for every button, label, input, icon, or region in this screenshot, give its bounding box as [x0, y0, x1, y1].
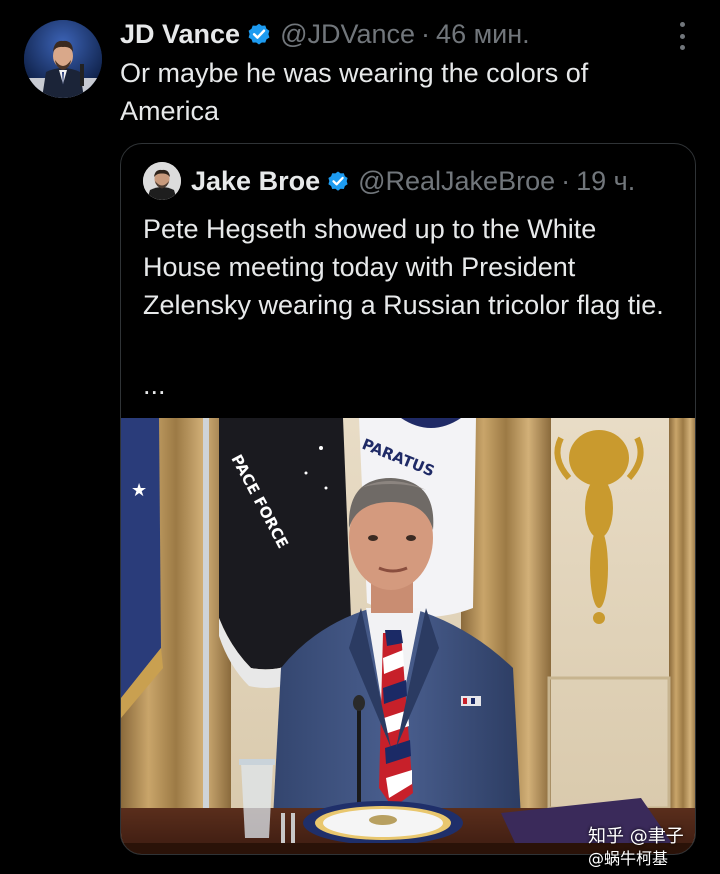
quoted-author-avatar-image — [143, 162, 181, 200]
watermark: 知乎 @聿子 @蜗牛柯基 — [588, 826, 716, 870]
author-avatar-image — [24, 20, 102, 98]
quoted-header-separator: · — [561, 165, 571, 196]
tweet-text: Or maybe he was wearing the colors of Am… — [120, 58, 595, 126]
header-separator: · — [421, 18, 431, 49]
tweet-header: JD Vance @JDVance · 46 мин. — [120, 14, 530, 54]
tweet-time[interactable]: 46 мин. — [436, 19, 530, 50]
author-handle[interactable]: @JDVance — [280, 19, 415, 50]
verified-badge-icon — [246, 21, 272, 47]
watermark-line2: @蜗牛柯基 — [588, 849, 669, 868]
author-name[interactable]: JD Vance — [120, 19, 240, 50]
quoted-author-name[interactable]: Jake Broe — [191, 166, 320, 197]
quoted-tweet-truncation: ... — [143, 370, 166, 400]
svg-text:★: ★ — [131, 480, 147, 501]
quoted-author-avatar[interactable] — [143, 162, 181, 200]
more-dots-icon[interactable] — [672, 22, 692, 50]
tweet: JD Vance @JDVance · 46 мин. Or maybe he … — [0, 0, 720, 874]
quoted-tweet-text: Pete Hegseth showed up to the White Hous… — [143, 214, 664, 320]
quoted-author-handle[interactable]: @RealJakeBroe — [358, 166, 555, 197]
quoted-verified-badge-icon — [326, 169, 350, 193]
quoted-tweet[interactable]: Jake Broe @RealJakeBroe · 19 ч. Pete Heg… — [120, 143, 696, 855]
author-avatar[interactable] — [24, 20, 102, 98]
photo-scene: ★ PACE FORCE PARATUS — [121, 418, 695, 854]
quoted-tweet-header: Jake Broe @RealJakeBroe · 19 ч. — [143, 162, 635, 200]
quoted-tweet-photo[interactable]: ★ PACE FORCE PARATUS — [121, 418, 695, 854]
quoted-tweet-time[interactable]: 19 ч. — [576, 166, 635, 197]
watermark-line1: 知乎 @聿子 — [588, 826, 684, 847]
